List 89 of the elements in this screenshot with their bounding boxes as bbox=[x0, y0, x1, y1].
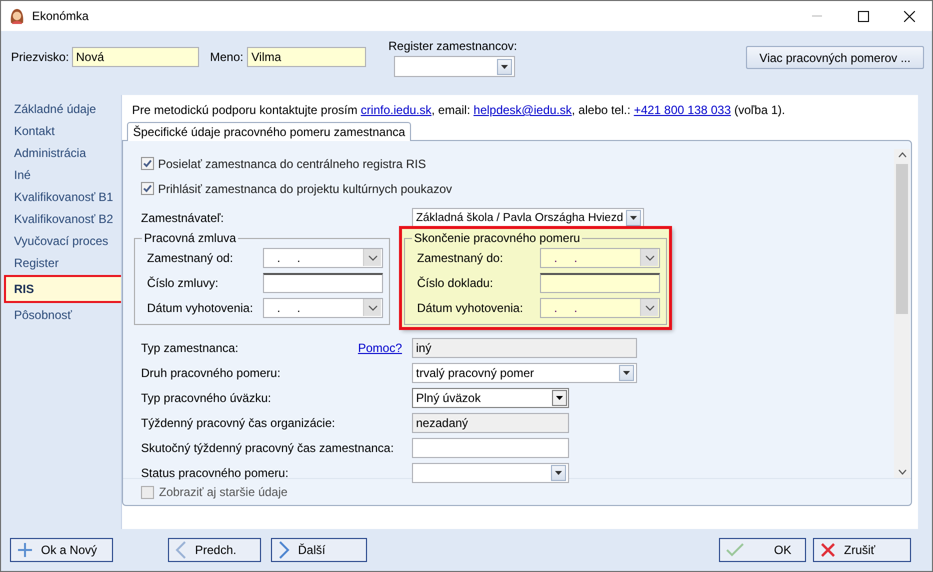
field-label: Typ zamestnanca: bbox=[141, 340, 238, 354]
dropdown-button[interactable] bbox=[497, 58, 512, 74]
input-field[interactable] bbox=[540, 272, 660, 292]
help-link[interactable]: Pomoc? bbox=[358, 340, 402, 354]
more-relations-button[interactable]: Viac pracovných pomerov ... bbox=[746, 46, 924, 69]
readonly-field: nezadaný bbox=[412, 412, 569, 432]
sidebar-item[interactable]: Iné bbox=[8, 164, 120, 186]
dropdown-button[interactable] bbox=[551, 464, 566, 480]
maximize-icon bbox=[858, 10, 868, 22]
caret-icon bbox=[501, 64, 508, 68]
field-label: Druh pracovného pomeru: bbox=[141, 366, 280, 380]
field-label: Skutočný týždenný pracovný čas zamestnanca: bbox=[141, 440, 394, 454]
surname-field[interactable]: Nová bbox=[72, 47, 200, 67]
dropdown-button[interactable] bbox=[552, 390, 567, 406]
date-field[interactable]: . . bbox=[263, 298, 383, 318]
checkmark-icon bbox=[143, 159, 152, 168]
sidebar-item[interactable]: Základné údaje bbox=[8, 98, 120, 120]
chevron-down-icon bbox=[368, 304, 378, 310]
field-label: Dátum vyhotovenia: bbox=[417, 300, 524, 314]
date-field[interactable]: . . bbox=[263, 248, 383, 268]
field-label: Status pracovného pomeru: bbox=[141, 466, 288, 480]
scroll-thumb[interactable] bbox=[896, 164, 908, 314]
link[interactable]: crinfo.iedu.sk bbox=[360, 103, 432, 117]
field-label: Zamestnaný od: bbox=[147, 250, 234, 264]
caret-icon bbox=[556, 396, 563, 400]
input-field[interactable] bbox=[412, 438, 569, 458]
chevron-left-icon bbox=[175, 541, 187, 559]
field-label: Zamestnaný do: bbox=[417, 250, 504, 264]
person-icon bbox=[9, 8, 25, 24]
checkmark-icon bbox=[726, 543, 744, 557]
date-field[interactable]: . . bbox=[540, 248, 660, 268]
checkbox[interactable] bbox=[141, 486, 154, 498]
readonly-field: iný bbox=[412, 338, 637, 358]
dropdown[interactable]: Plný úväzok bbox=[412, 388, 569, 408]
chevron-right-icon bbox=[278, 541, 290, 559]
first-name-field[interactable]: Vilma bbox=[247, 47, 366, 67]
window-title: Ekonómka bbox=[32, 9, 90, 23]
sidebar-item[interactable]: Pôsobnosť bbox=[8, 304, 120, 326]
footer-button[interactable]: OK bbox=[719, 538, 806, 562]
calendar-dropdown-button[interactable] bbox=[363, 299, 381, 316]
footer-button[interactable]: Zrušiť bbox=[813, 538, 911, 562]
field-label: Register zamestnancov: bbox=[388, 39, 518, 53]
combo-box[interactable]: Základná škola / Pavla Országha Hviezd bbox=[412, 208, 644, 228]
caret-icon bbox=[623, 370, 630, 374]
footer-button[interactable]: Ok a Nový bbox=[10, 538, 113, 562]
field-label: Číslo zmluvy: bbox=[147, 276, 218, 290]
link[interactable]: helpdesk@iedu.sk bbox=[474, 103, 572, 117]
group-title: Pracovná zmluva bbox=[143, 231, 238, 245]
field-label: Dátum vyhotovenia: bbox=[147, 300, 254, 314]
dropdown-button[interactable] bbox=[619, 364, 634, 380]
footer-button[interactable]: Predch. bbox=[168, 538, 261, 562]
date-field[interactable]: . . bbox=[540, 298, 660, 318]
combo-box[interactable]: trvalý pracovný pomer bbox=[412, 362, 637, 382]
caret-icon bbox=[555, 470, 562, 474]
field-label: Číslo dokladu: bbox=[417, 276, 494, 290]
group-title: Skončenie pracovného pomeru bbox=[413, 231, 582, 245]
field-label: Typ pracovného úväzku: bbox=[141, 390, 272, 404]
sidebar-item[interactable]: Administrácia bbox=[8, 142, 120, 164]
checkbox-label: Posielať zamestnanca do centrálneho registra RIS bbox=[158, 156, 426, 170]
checkbox[interactable] bbox=[141, 182, 154, 195]
chevron-down-icon bbox=[644, 254, 654, 260]
dropdown-button[interactable] bbox=[626, 210, 642, 226]
chevron-down-icon bbox=[644, 304, 654, 310]
field-label: Priezvisko: bbox=[11, 50, 70, 64]
sidebar-item[interactable]: Register bbox=[8, 252, 120, 274]
sidebar-item[interactable]: Kontakt bbox=[8, 120, 120, 142]
support-info-text: Pre metodickú podporu kontaktujte prosím crinfo.iedu.sk, email: helpdesk@iedu.sk, alebo tel.: +421 800 138 033 (voľba 1). bbox=[131, 103, 786, 117]
calendar-dropdown-button[interactable] bbox=[640, 249, 658, 266]
field-label: Zamestnávateľ: bbox=[141, 210, 225, 224]
chevron-down-icon bbox=[368, 254, 378, 260]
caret-icon bbox=[630, 216, 638, 220]
field-label: Meno: bbox=[210, 50, 244, 64]
checkmark-icon bbox=[143, 184, 152, 193]
footer-button[interactable]: Ďalší bbox=[271, 538, 367, 562]
checkbox-label: Zobraziť aj staršie údaje bbox=[159, 485, 288, 499]
calendar-dropdown-button[interactable] bbox=[640, 299, 658, 316]
checkbox-label: Prihlásiť zamestnanca do projektu kultúrnych poukazov bbox=[158, 182, 452, 196]
sidebar-item[interactable]: Kvalifikovanosť B2 bbox=[8, 208, 120, 230]
calendar-dropdown-button[interactable] bbox=[363, 249, 381, 266]
plus-icon bbox=[17, 542, 33, 558]
sidebar-item[interactable]: Vyučovací proces bbox=[8, 230, 120, 252]
scrollbar[interactable] bbox=[894, 149, 910, 478]
field-label: Týždenný pracovný čas organizácie: bbox=[141, 416, 336, 430]
sidebar-item[interactable]: Kvalifikovanosť B1 bbox=[8, 186, 120, 208]
checkbox[interactable] bbox=[141, 157, 154, 170]
link[interactable]: +421 800 138 033 bbox=[634, 103, 731, 117]
input-field[interactable] bbox=[263, 272, 383, 292]
close-icon bbox=[820, 542, 836, 558]
close-icon bbox=[904, 10, 914, 22]
